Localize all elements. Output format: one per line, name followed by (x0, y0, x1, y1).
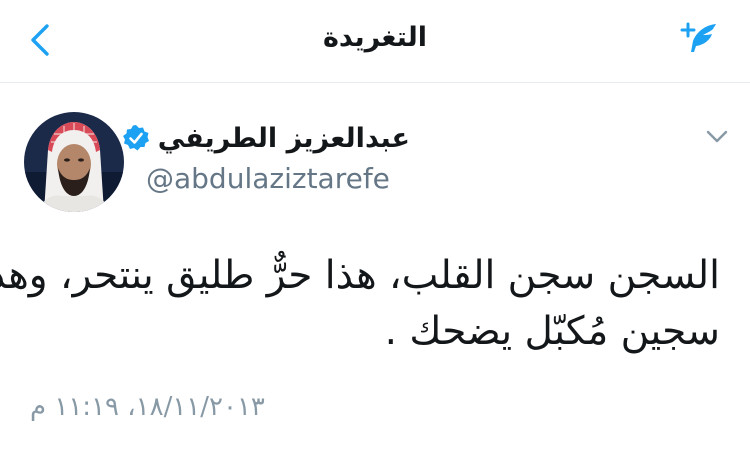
navigation-bar: التغريدة (0, 0, 750, 83)
author-name-row[interactable]: عبدالعزيز الطريفي (122, 118, 410, 158)
compose-tweet-icon (680, 22, 716, 52)
author-display-name: عبدالعزيز الطريفي (157, 122, 410, 154)
compose-tweet-button[interactable] (678, 14, 728, 64)
page-title: التغريدة (322, 22, 428, 53)
verified-badge-icon (122, 124, 150, 152)
tweet-options-button[interactable] (702, 126, 732, 148)
tweet-text: السجن سجن القلب، هذا حرٌّ طليق ينتحر، وه… (0, 248, 720, 360)
tweet-text-line: سجين مُكبّل يضحك . (384, 309, 720, 354)
tweet-timestamp: ١٨/١١/٢٠١٣، ١١:١٩ م (30, 392, 450, 422)
timestamp-text: ١٨/١١/٢٠١٣، ١١:١٩ م (30, 392, 265, 422)
avatar-image (24, 112, 124, 212)
chevron-down-icon (706, 130, 728, 143)
avatar[interactable] (24, 112, 124, 212)
tweet-text-line: السجن سجن القلب، هذا حرٌّ طليق ينتحر، وه… (0, 253, 720, 298)
author-handle: @abdulaziztarefe (146, 162, 390, 195)
